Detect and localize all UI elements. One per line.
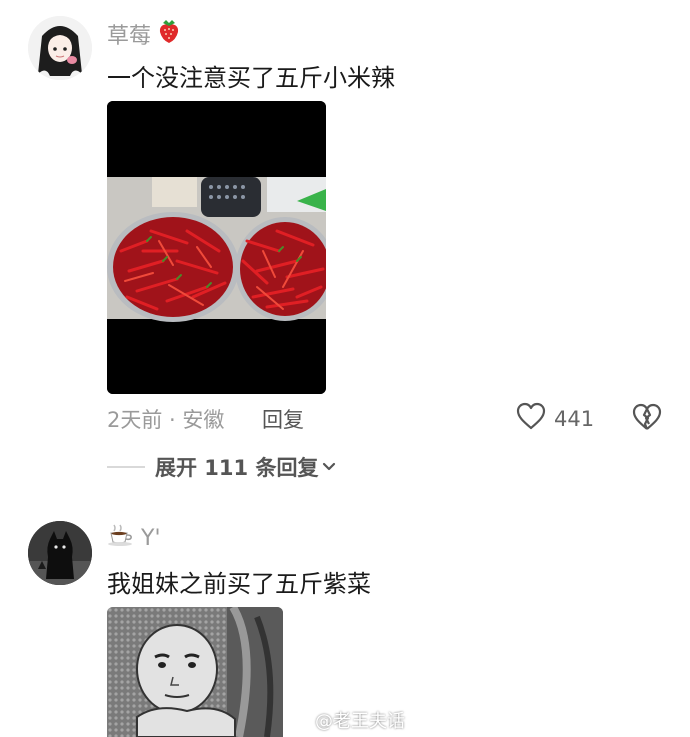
- chevron-down-icon: [322, 462, 336, 472]
- reply-button[interactable]: 回复: [262, 404, 304, 434]
- comment-text: 我姐妹之前买了五斤紫菜: [107, 570, 371, 598]
- strawberry-emoji-icon: [157, 18, 181, 50]
- username-text: Y': [141, 525, 161, 551]
- heart-outline-icon: [516, 402, 546, 435]
- avatar-image: [28, 16, 92, 80]
- username[interactable]: 草莓: [107, 18, 181, 50]
- like-button[interactable]: 441: [516, 402, 594, 435]
- watermark: @老王夫话: [283, 706, 405, 733]
- expand-divider: [107, 466, 145, 468]
- dislike-button[interactable]: [632, 403, 662, 435]
- expand-replies-button[interactable]: 展开 111 条回复: [107, 452, 336, 482]
- like-count: 441: [554, 406, 595, 431]
- comment-time-location: 2天前 · 安徽: [107, 408, 225, 432]
- comment-photo[interactable]: [107, 101, 326, 394]
- expand-label: 展开 111 条回复: [155, 456, 319, 480]
- avatar[interactable]: [28, 16, 92, 80]
- chili-photo: [107, 101, 326, 394]
- coffee-emoji-icon: [107, 523, 135, 553]
- watermark-text: @老王夫话: [315, 710, 405, 732]
- comment-photo[interactable]: [107, 607, 283, 737]
- username[interactable]: Y': [107, 523, 161, 553]
- weibo-logo-icon: [283, 706, 311, 733]
- username-text: 草莓: [107, 24, 152, 49]
- avatar[interactable]: [28, 521, 92, 585]
- broken-heart-icon: [632, 403, 662, 435]
- avatar-image: [28, 521, 92, 585]
- comment-text: 一个没注意买了五斤小米辣: [107, 64, 395, 92]
- meme-photo: [107, 607, 283, 737]
